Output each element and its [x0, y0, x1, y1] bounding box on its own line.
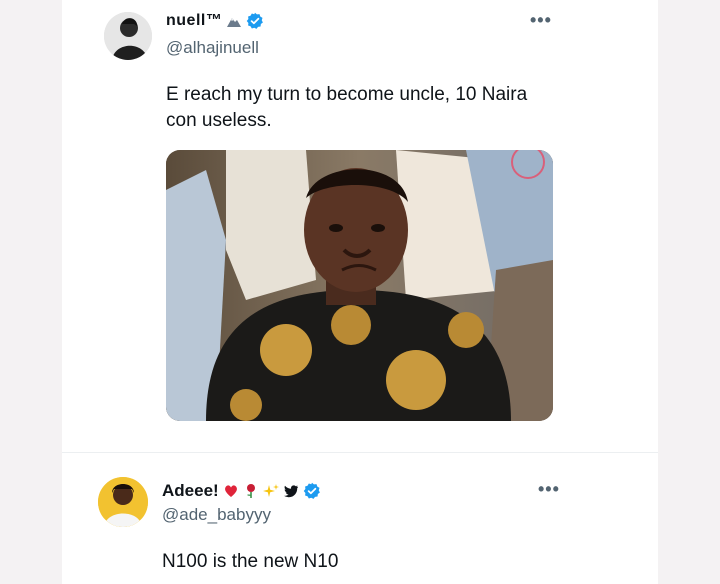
verified-badge-icon	[303, 482, 321, 500]
more-options-icon[interactable]: •••	[538, 479, 560, 500]
heart-emoji-icon	[223, 483, 239, 499]
tweet-text: N100 is the new N10	[162, 551, 339, 572]
avatar-alhajinuell[interactable]	[104, 12, 152, 60]
verified-badge-icon	[246, 12, 264, 30]
display-name-row[interactable]: Adeee!	[162, 481, 321, 501]
tweet-media-image[interactable]	[166, 150, 553, 421]
user-handle[interactable]: @ade_babyyy	[162, 505, 271, 525]
bird-icon	[283, 483, 299, 499]
sparkles-emoji-icon	[262, 483, 279, 499]
mountain-emoji-icon	[226, 13, 242, 29]
tweet-text: E reach my turn to become uncle, 10 Nair…	[166, 82, 586, 134]
avatar-ade-babyyy[interactable]	[98, 477, 148, 527]
user-handle[interactable]: @alhajinuell	[166, 38, 259, 58]
rose-emoji-icon	[243, 483, 259, 499]
display-name-row[interactable]: nuell™	[166, 12, 264, 30]
display-name[interactable]: Adeee!	[162, 481, 219, 501]
tweet-text-line-1: E reach my turn to become uncle, 10 Nair…	[166, 84, 528, 105]
more-options-icon[interactable]: •••	[530, 10, 552, 31]
display-name[interactable]: nuell™	[166, 12, 222, 30]
tweet-text-line-2: con useless.	[166, 110, 272, 131]
tweet-divider	[62, 452, 658, 453]
